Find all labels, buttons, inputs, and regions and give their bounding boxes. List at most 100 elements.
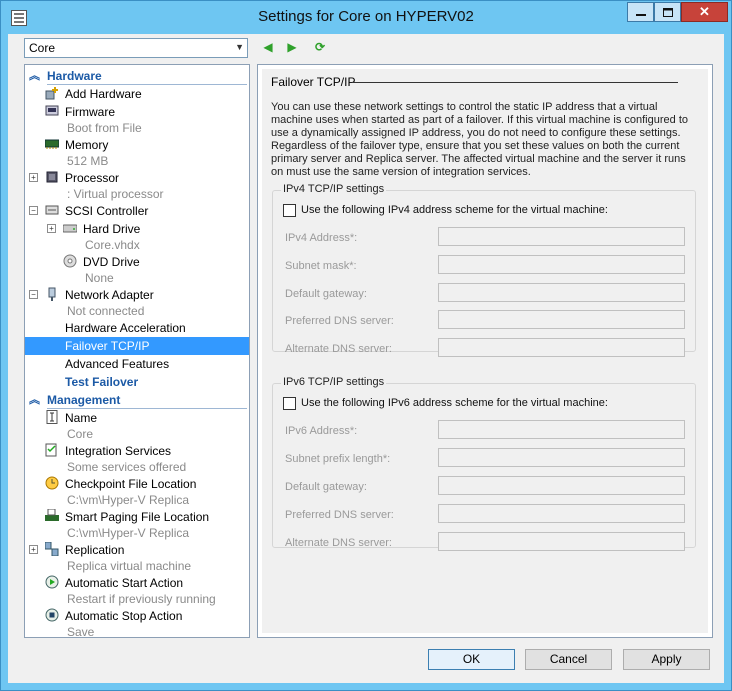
collapse-chevron-icon: ︽ — [29, 70, 40, 82]
ipv4-scheme-label: Use the following IPv4 address scheme fo… — [301, 204, 608, 216]
close-icon: ✕ — [699, 4, 710, 19]
collapse-minus-icon[interactable]: − — [29, 290, 38, 299]
ipv4-address-field[interactable] — [438, 227, 685, 246]
dialog-client-area: Core ▼ ◀ ▶ ⟳ ︽ Hardware Add Hardware Fir… — [8, 34, 724, 683]
subnet-prefix-length-label: Subnet prefix length*: — [285, 453, 391, 465]
ipv4-preferred-dns-label: Preferred DNS server: — [285, 315, 394, 327]
tree-item-label: Replication — [65, 543, 125, 557]
checkpoint-icon — [45, 476, 59, 490]
ipv4-alternate-dns-field[interactable] — [438, 338, 685, 357]
ipv4-settings-group: IPv4 TCP/IP settings Use the following I… — [272, 183, 696, 357]
ipv6-preferred-dns-field[interactable] — [438, 504, 685, 523]
ok-button[interactable]: OK — [428, 649, 515, 670]
tree-item-scsi-controller[interactable]: − SCSI Controller — [25, 202, 249, 220]
tree-item-label: DVD Drive — [83, 255, 140, 269]
tree-item-label: Automatic Stop Action — [65, 609, 183, 623]
maximize-icon — [662, 7, 673, 17]
tree-item-label: Name — [65, 411, 98, 425]
hardware-section-header[interactable]: ︽ Hardware — [25, 67, 249, 85]
tree-item-hard-drive[interactable]: + Hard Drive — [25, 220, 249, 238]
section-title: Failover TCP/IP — [271, 75, 356, 89]
stop-action-icon — [45, 608, 59, 622]
tree-item-checkpoint-file-location[interactable]: Checkpoint File Location — [25, 475, 249, 493]
collapse-minus-icon[interactable]: − — [29, 206, 38, 215]
tree-item-label: Add Hardware — [65, 87, 142, 101]
tree-item-dvd-drive[interactable]: DVD Drive — [25, 253, 249, 271]
ipv4-default-gateway-field[interactable] — [438, 283, 685, 302]
ipv6-default-gateway-field[interactable] — [438, 476, 685, 495]
back-arrow-icon[interactable]: ◀ — [261, 40, 275, 54]
tree-item-automatic-stop-action[interactable]: Automatic Stop Action — [25, 607, 249, 625]
tree-item-firmware[interactable]: Firmware — [25, 103, 249, 121]
tree-item-detail: Boot from File — [67, 121, 142, 135]
tree-item-smart-paging-file-location[interactable]: Smart Paging File Location — [25, 508, 249, 526]
ipv6-scheme-label: Use the following IPv6 address scheme fo… — [301, 397, 608, 409]
tree-item-label: Hardware Acceleration — [65, 321, 186, 335]
tree-item-processor[interactable]: + Processor — [25, 169, 249, 187]
tree-item-label: Hard Drive — [83, 222, 141, 236]
tree-item-detail: C:\vm\Hyper-V Replica — [67, 493, 190, 507]
name-icon — [46, 410, 58, 424]
expand-plus-icon[interactable]: + — [47, 224, 56, 233]
tree-item-integration-services[interactable]: Integration Services — [25, 442, 249, 460]
ipv6-alternate-dns-label: Alternate DNS server: — [285, 537, 392, 549]
tree-item-detail: None — [85, 271, 114, 285]
chevron-down-icon: ▼ — [235, 42, 244, 52]
management-section-header[interactable]: ︽ Management — [25, 391, 249, 409]
expand-plus-icon[interactable]: + — [29, 173, 38, 182]
ipv6-alternate-dns-field[interactable] — [438, 532, 685, 551]
subnet-prefix-length-field[interactable] — [438, 448, 685, 467]
vm-selector-value: Core — [29, 41, 56, 55]
tree-item-label: SCSI Controller — [65, 204, 149, 218]
maximize-button[interactable] — [654, 2, 681, 22]
failover-tcpip-page: Failover TCP/IP You can use these networ… — [262, 69, 708, 633]
tree-item-detail: Not connected — [67, 304, 145, 318]
refresh-icon[interactable]: ⟳ — [313, 40, 327, 54]
ipv6-address-field[interactable] — [438, 420, 685, 439]
ipv6-settings-group: IPv6 TCP/IP settings Use the following I… — [272, 376, 696, 551]
scsi-controller-icon — [45, 205, 59, 215]
tree-item-label: Advanced Features — [65, 357, 170, 371]
processor-icon — [46, 171, 58, 183]
window-title: Settings for Core on HYPERV02 — [258, 8, 474, 25]
ipv4-group-title: IPv4 TCP/IP settings — [281, 183, 387, 195]
vm-selector-dropdown[interactable]: Core ▼ — [24, 38, 248, 58]
tree-item-test-failover[interactable]: Test Failover — [25, 373, 249, 391]
settings-panel: Failover TCP/IP You can use these networ… — [257, 64, 713, 638]
tree-item-label: Automatic Start Action — [65, 576, 184, 590]
expand-plus-icon[interactable]: + — [29, 545, 38, 554]
close-button[interactable]: ✕ — [681, 2, 728, 22]
ipv4-preferred-dns-field[interactable] — [438, 310, 685, 329]
title-bar: Settings for Core on HYPERV02 ✕ — [1, 1, 731, 34]
hardware-header-label: Hardware — [47, 69, 102, 83]
subnet-mask-field[interactable] — [438, 255, 685, 274]
tree-item-failover-tcpip[interactable]: Failover TCP/IP — [25, 337, 249, 355]
tree-item-automatic-start-action[interactable]: Automatic Start Action — [25, 574, 249, 592]
forward-arrow-icon[interactable]: ▶ — [285, 40, 299, 54]
minimize-button[interactable] — [627, 2, 654, 22]
tree-item-network-adapter[interactable]: − Network Adapter — [25, 286, 249, 304]
ipv6-scheme-checkbox[interactable] — [283, 397, 296, 410]
test-failover-link[interactable]: Test Failover — [65, 375, 138, 389]
cancel-button[interactable]: Cancel — [525, 649, 612, 670]
dvd-drive-icon — [63, 254, 77, 268]
replication-icon — [45, 542, 59, 556]
tree-item-name[interactable]: Name — [25, 409, 249, 427]
tree-item-detail: Core.vhdx — [85, 238, 140, 252]
network-adapter-icon — [48, 287, 56, 301]
tree-item-label: Checkpoint File Location — [65, 477, 197, 491]
tree-item-label: Network Adapter — [65, 288, 154, 302]
tree-item-hardware-acceleration[interactable]: Hardware Acceleration — [25, 319, 249, 337]
settings-window: Settings for Core on HYPERV02 ✕ Core ▼ ◀… — [0, 0, 732, 691]
memory-icon — [45, 139, 59, 149]
ipv6-preferred-dns-label: Preferred DNS server: — [285, 509, 394, 521]
apply-button[interactable]: Apply — [623, 649, 710, 670]
tree-item-advanced-features[interactable]: Advanced Features — [25, 355, 249, 373]
collapse-chevron-icon: ︽ — [29, 394, 40, 406]
management-header-label: Management — [47, 393, 121, 407]
tree-item-replication[interactable]: + Replication — [25, 541, 249, 559]
ipv4-scheme-checkbox[interactable] — [283, 204, 296, 217]
tree-item-add-hardware[interactable]: Add Hardware — [25, 85, 249, 103]
tree-item-detail: Some services offered — [67, 460, 187, 474]
tree-item-memory[interactable]: Memory — [25, 136, 249, 154]
